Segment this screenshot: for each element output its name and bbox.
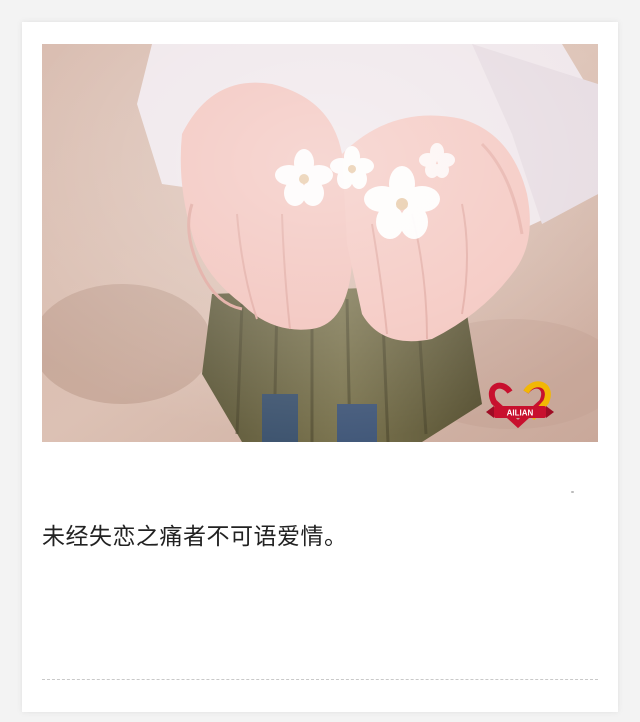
ailian-logo-text: AILIAN: [507, 409, 534, 418]
hands-holding-flowers-image: AILIAN: [42, 44, 598, 442]
article-caption: 未经失恋之痛者不可语爱情。: [42, 524, 348, 550]
dashed-divider: [42, 679, 598, 680]
speck-mark: [571, 491, 574, 493]
